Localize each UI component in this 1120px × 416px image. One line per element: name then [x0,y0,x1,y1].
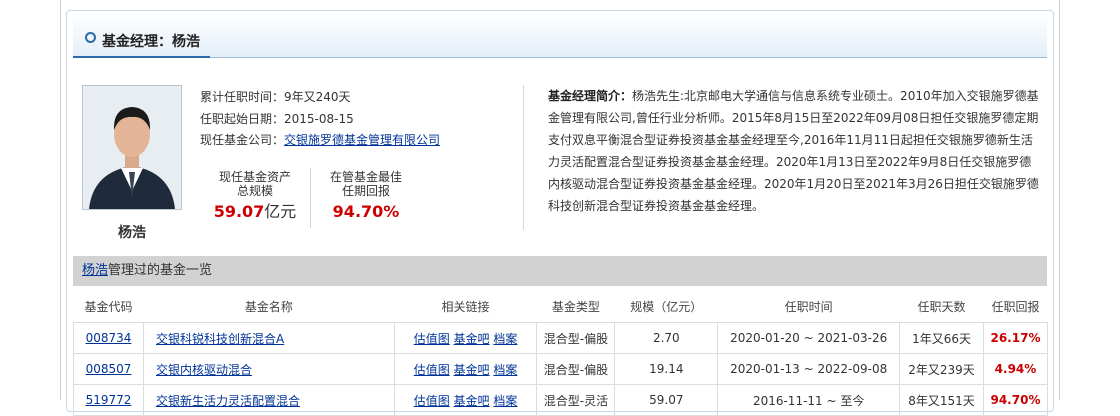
tenure-days: 2年又239天 [899,353,984,385]
fund-table: 基金代码 基金名称 相关链接 基金类型 规模（亿元） 任职时间 任职天数 任职回… [73,290,1049,416]
fund-name-link[interactable]: 交银新生活力灵活配置混合 [156,394,300,408]
stat-divider [310,168,311,228]
fund-forum-link[interactable]: 基金吧 [454,394,490,408]
assets-figure: 59.07亿元 [205,202,305,221]
assets-unit: 亿元 [264,202,297,221]
valuation-chart-link[interactable]: 估值图 [414,332,450,346]
valuation-chart-link[interactable]: 估值图 [414,363,450,377]
manager-name: 杨浩 [118,225,146,241]
fund-size: 2.70 [614,322,719,354]
section-header: 基金经理：杨浩 [73,16,1047,58]
assets-stat: 现任基金资产 总规模 59.07亿元 [205,170,305,221]
start-date-label: 任职起始日期： [200,112,285,126]
fund-name-link[interactable]: 交银内核驱动混合 [156,363,252,377]
tenure-period: 2016-11-11 ~ 至今 [717,384,901,416]
section-title: 基金经理：杨浩 [102,34,200,50]
company-line: 现任基金公司：交银施罗德基金管理有限公司 [200,131,440,148]
fund-type: 混合型-偏股 [536,353,616,385]
fund-size: 59.07 [614,384,719,416]
fund-code-link[interactable]: 008507 [86,362,132,376]
manager-intro: 基金经理简介：杨浩先生:北京邮电大学通信与信息系统专业硕士。2010年加入交银施… [548,85,1040,217]
fund-profile-link[interactable]: 档案 [493,394,517,408]
col-header: 任职回报 [991,299,1040,314]
fund-type: 混合型-偏股 [536,322,616,354]
start-date-value: 2015-08-15 [284,112,354,126]
company-label: 现任基金公司： [200,133,285,147]
table-header-row: 基金代码 基金名称 相关链接 基金类型 规模（亿元） 任职时间 任职天数 任职回… [74,290,1048,323]
tenure-days: 8年又151天 [899,384,984,416]
fund-size: 19.14 [614,353,719,385]
circle-bullet-icon [85,32,96,43]
intro-divider [523,85,524,230]
tenure-line: 累计任职时间：9年又240天 [200,88,351,105]
intro-text: 杨浩先生:北京邮电大学通信与信息系统专业硕士。2010年加入交银施罗德基金管理有… [548,89,1039,213]
col-header: 规模（亿元） [630,299,703,314]
col-header: 相关链接 [441,299,490,314]
col-header: 基金类型 [551,299,600,314]
return-stat: 在管基金最佳 任期回报 94.70% [316,170,416,221]
tenure-days: 1年又66天 [899,322,984,354]
start-date-line: 任职起始日期：2015-08-15 [200,110,354,127]
tenure-return: 94.70% [982,384,1049,416]
valuation-chart-link[interactable]: 估值图 [414,394,450,408]
fund-profile-link[interactable]: 档案 [493,332,517,346]
tenure-value: 9年又240天 [284,90,351,104]
fund-forum-link[interactable]: 基金吧 [454,363,490,377]
fund-code-link[interactable]: 008734 [86,331,132,345]
manager-name-link[interactable]: 杨浩 [82,263,108,278]
fund-list-header: 杨浩管理过的基金一览 [73,256,1047,286]
fund-profile-link[interactable]: 档案 [493,363,517,377]
assets-label-1: 现任基金资产 [218,170,291,184]
tenure-period: 2020-01-13 ~ 2022-09-08 [717,353,901,385]
table-row: 008734 交银科锐科技创新混合A 估值图 基金吧 档案 混合型-偏股 2.7… [73,322,1049,354]
tenure-return: 4.94% [982,353,1049,385]
return-value: 94.70% [332,202,400,221]
assets-label-2: 总规模 [236,184,273,198]
tenure-period: 2020-01-20 ~ 2021-03-26 [717,322,901,354]
tenure-return: 26.17% [982,322,1049,354]
title-underline [73,56,210,58]
col-header: 任职天数 [917,299,966,314]
fund-name-link[interactable]: 交银科锐科技创新混合A [156,332,284,346]
fund-code-link[interactable]: 519772 [86,393,132,407]
tenure-label: 累计任职时间： [200,90,285,104]
intro-label: 基金经理简介： [548,89,633,103]
manager-photo [82,85,182,210]
assets-value: 59.07 [213,202,265,221]
return-label-1: 在管基金最佳 [329,170,402,184]
company-link[interactable]: 交银施罗德基金管理有限公司 [284,133,440,147]
col-header: 任职时间 [784,299,833,314]
fund-type: 混合型-灵活 [536,384,616,416]
col-header: 基金代码 [84,299,133,314]
table-row: 008507 交银内核驱动混合 估值图 基金吧 档案 混合型-偏股 19.14 … [73,353,1049,385]
table-row: 519772 交银新生活力灵活配置混合 估值图 基金吧 档案 混合型-灵活 59… [73,384,1049,416]
return-label-2: 任期回报 [341,184,390,198]
person-portrait-icon [83,86,181,209]
col-header: 基金名称 [244,299,293,314]
fund-list-title: 管理过的基金一览 [108,263,213,278]
fund-forum-link[interactable]: 基金吧 [454,332,490,346]
